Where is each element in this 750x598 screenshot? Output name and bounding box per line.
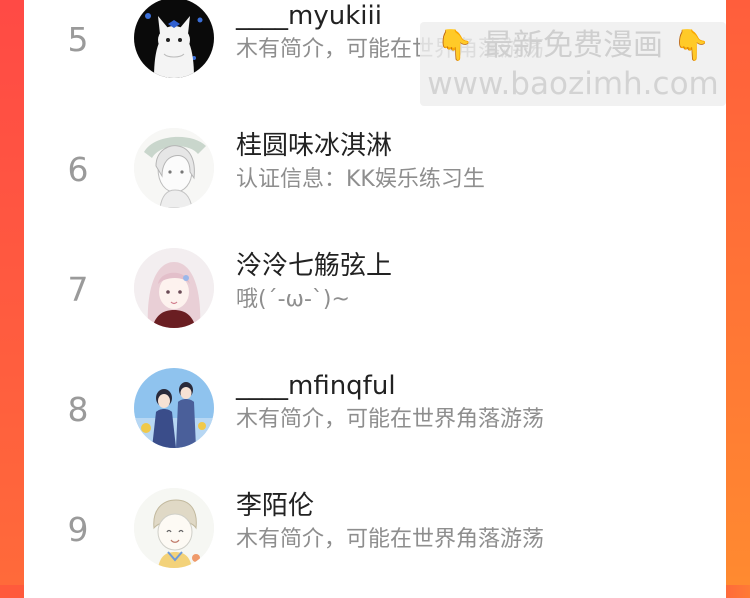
user-bio: 哦(´-ω-`)~ <box>236 287 350 312</box>
list-item[interactable]: 9 李陌伦 木有简介，可能在世界角落游荡 <box>24 478 726 598</box>
list-item[interactable]: 7 泠泠七觞弦上 哦(´-ω-`)~ <box>24 238 726 358</box>
rank-number: 5 <box>67 20 89 59</box>
watermark-text: 最新免费漫画 <box>483 28 663 63</box>
username[interactable]: 李陌伦 <box>236 490 314 522</box>
avatar[interactable] <box>134 0 214 78</box>
username[interactable]: ____myukiii <box>236 0 382 32</box>
rank-number: 7 <box>67 270 89 309</box>
user-bio: 木有简介，可能在世界角落游荡 <box>236 407 545 432</box>
list-item[interactable]: 8 ____mfinqful 木有简介，可能在世界角落游荡 <box>24 358 726 478</box>
avatar-white-cat-icon <box>134 0 214 78</box>
list-item[interactable]: 6 桂圆味冰淇淋 认证信息：KK娱乐练习生 <box>24 118 726 238</box>
avatar-pink-hair-girl-icon <box>134 248 214 328</box>
user-bio: 木有简介，可能在世界角落游荡 <box>236 527 545 552</box>
avatar[interactable] <box>134 488 214 568</box>
pointing-down-hand-icon: 👇 <box>436 28 474 63</box>
rank-number: 8 <box>67 390 89 429</box>
avatar-sketch-girl-icon <box>134 128 214 208</box>
avatar-boy-sketch-icon <box>134 488 214 568</box>
username[interactable]: 桂圆味冰淇淋 <box>236 130 392 162</box>
username[interactable]: ____mfinqful <box>236 370 396 402</box>
watermark-url: www.baozimh.com <box>427 66 719 102</box>
avatar[interactable] <box>134 248 214 328</box>
rank-number: 6 <box>67 150 89 189</box>
user-bio: 认证信息：KK娱乐练习生 <box>236 167 485 192</box>
pointing-down-hand-icon: 👇 <box>672 28 710 63</box>
username[interactable]: 泠泠七觞弦上 <box>236 250 392 282</box>
left-accent-border <box>0 0 24 585</box>
avatar[interactable] <box>134 368 214 448</box>
right-accent-border <box>726 0 750 585</box>
watermark-title: 👇 最新免费漫画 👇 <box>420 28 726 64</box>
avatar[interactable] <box>134 128 214 208</box>
rank-number: 9 <box>67 510 89 549</box>
avatar-couple-illustration-icon <box>134 368 214 448</box>
watermark-overlay: 👇 最新免费漫画 👇 www.baozimh.com <box>420 22 726 106</box>
